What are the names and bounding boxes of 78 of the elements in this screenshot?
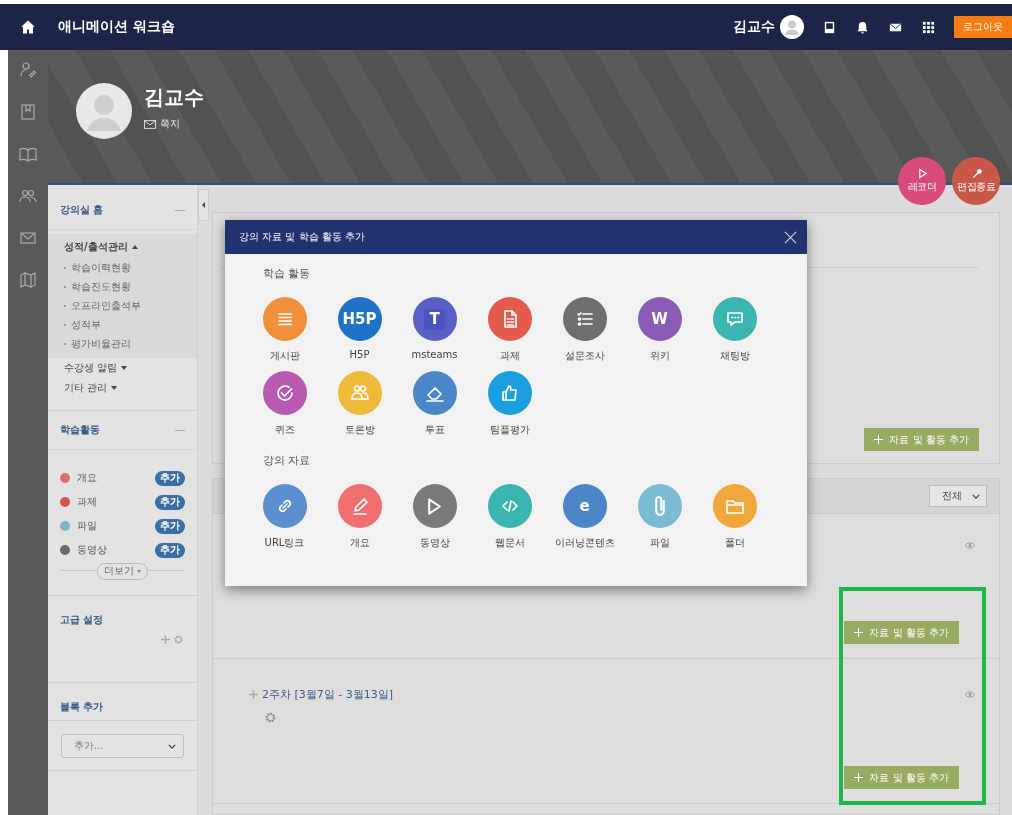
block-title: 학습활동 <box>60 423 100 437</box>
block-title: 강의실 홈 <box>60 203 104 217</box>
eye-icon[interactable] <box>965 691 975 698</box>
profile-name: 김교수 <box>144 84 204 111</box>
add-button[interactable]: 추가 <box>155 494 185 510</box>
add-button[interactable]: 추가 <box>155 542 185 558</box>
avatar-icon <box>76 82 132 139</box>
submenu-item[interactable]: 평가비율관리 <box>71 337 131 351</box>
activity-tile[interactable]: H5P H5P <box>322 297 397 363</box>
home-icon[interactable] <box>20 19 36 35</box>
chevron-down-icon <box>168 743 176 749</box>
logo-icon: T <box>424 308 445 330</box>
activity-tile[interactable]: W 위키 <box>622 297 697 363</box>
bell-icon[interactable] <box>855 19 870 35</box>
add-button[interactable]: 추가 <box>155 518 185 534</box>
activity-tile[interactable]: 채팅방 <box>697 297 772 363</box>
menu-item[interactable]: 기타 관리 <box>48 378 197 398</box>
logo-icon: H5P <box>342 311 377 327</box>
menu-item[interactable]: 성적/출석관리 <box>48 234 197 257</box>
add-button[interactable]: 추가 <box>155 470 185 486</box>
play-icon <box>916 168 928 179</box>
round-action-button[interactable]: 편집종료 <box>952 157 1000 205</box>
activity-tile[interactable]: 설문조사 <box>547 297 622 363</box>
round-action-button[interactable]: 레코더 <box>898 157 946 205</box>
activity-tile[interactable]: 개요 <box>322 484 397 550</box>
activity-label: 파일 <box>77 519 98 533</box>
logo-icon: W <box>651 311 668 327</box>
activity-tile[interactable]: 폴더 <box>697 484 772 550</box>
activity-tile[interactable]: 투표 <box>397 371 472 437</box>
site-title[interactable]: 애니메이션 워크숍 <box>58 18 175 36</box>
eye-icon[interactable] <box>965 542 975 549</box>
move-icon[interactable] <box>161 635 170 644</box>
plus-icon <box>874 435 884 444</box>
filter-select[interactable]: 전체 <box>929 485 987 507</box>
plus-icon <box>854 628 864 637</box>
plus-icon <box>854 773 864 782</box>
submenu-item[interactable]: 학습이력현황 <box>71 261 131 275</box>
activity-tile[interactable]: 동영상 <box>397 484 472 550</box>
activity-tile[interactable]: 과제 <box>472 297 547 363</box>
section-title[interactable]: 2주차 [3월7일 - 3월13일] <box>262 687 394 702</box>
chevron-down-icon <box>972 493 980 499</box>
submenu-item[interactable]: 학습진도현황 <box>71 280 131 294</box>
avatar-icon[interactable] <box>780 15 804 39</box>
activity-tile[interactable]: e 이러닝콘텐츠 <box>547 484 622 550</box>
activity-tile[interactable]: 웹문서 <box>472 484 547 550</box>
activity-tile[interactable]: T msteams <box>397 297 472 363</box>
block-select[interactable]: 추가... <box>61 734 184 758</box>
activity-tile[interactable]: 퀴즈 <box>247 371 322 437</box>
menu-item[interactable]: 수강생 알림 <box>48 358 197 378</box>
logo-icon: e <box>579 498 590 514</box>
block-title: 블록 추가 <box>60 701 104 712</box>
dialog-title: 강의 자료 및 학습 활동 추가 <box>239 230 365 244</box>
group-title: 학습 활동 <box>263 266 312 281</box>
activity-tile[interactable]: URL링크 <box>247 484 322 550</box>
activity-tile[interactable]: 게시판 <box>247 297 322 363</box>
message-link[interactable]: 쪽지 <box>160 117 180 131</box>
activity-tile[interactable]: 토론방 <box>322 371 397 437</box>
submenu-item[interactable]: 성적부 <box>71 318 101 332</box>
user-name[interactable]: 김교수 <box>733 18 775 36</box>
activity-label: 과제 <box>77 495 98 509</box>
submenu-item[interactable]: 오프라인출석부 <box>71 299 141 313</box>
activity-label: 개요 <box>77 471 98 485</box>
close-icon[interactable] <box>784 230 797 244</box>
move-icon[interactable] <box>249 690 258 699</box>
more-button[interactable]: 더보기 <box>97 562 148 580</box>
notebook-icon[interactable] <box>18 102 38 122</box>
activity-tile[interactable]: 팀플평가 <box>472 371 547 437</box>
monitor-icon[interactable] <box>822 19 837 35</box>
person-icon[interactable] <box>18 60 38 80</box>
sidebar-toggle[interactable] <box>198 189 209 221</box>
activity-tile[interactable]: 파일 <box>622 484 697 550</box>
block-title: 고급 설정 <box>60 614 104 625</box>
paperclip-icon <box>654 496 665 516</box>
apps-grid-icon[interactable] <box>921 19 936 35</box>
map-icon[interactable] <box>18 270 38 290</box>
activity-label: 동영상 <box>77 543 108 557</box>
play-icon <box>428 497 441 515</box>
group-title: 강의 자료 <box>263 453 312 468</box>
